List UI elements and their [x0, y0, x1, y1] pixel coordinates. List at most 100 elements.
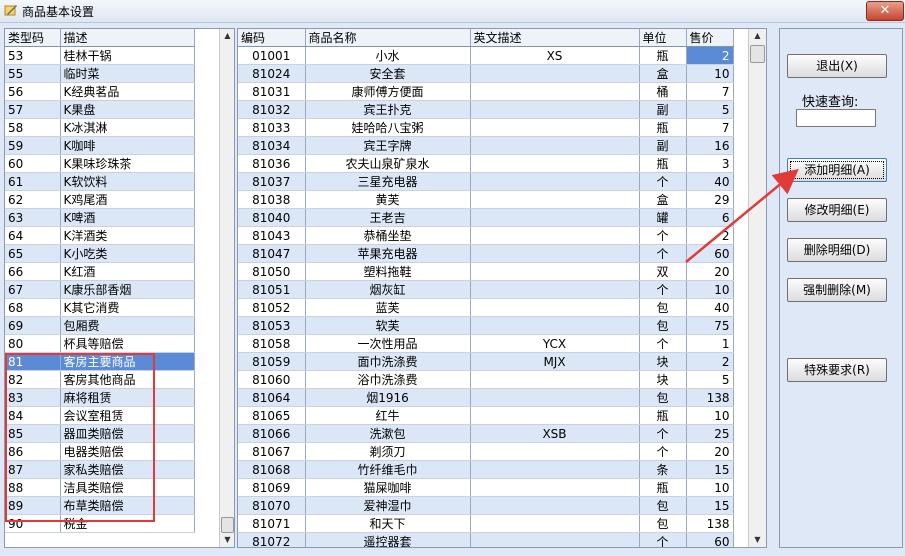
- price-cell[interactable]: 10: [686, 64, 734, 83]
- unit-cell[interactable]: 个: [639, 442, 687, 461]
- category-row[interactable]: 85 器皿类赔偿: [5, 424, 195, 443]
- name-cell[interactable]: 蓝芙: [305, 298, 471, 317]
- category-row[interactable]: 62 K鸡尾酒: [5, 190, 195, 209]
- type-code-cell[interactable]: 85: [5, 424, 61, 443]
- name-cell[interactable]: 烟1916: [305, 388, 471, 407]
- type-code-cell[interactable]: 59: [5, 136, 61, 155]
- product-row[interactable]: 81068 竹纤维毛巾 条 15: [238, 460, 734, 479]
- unit-cell[interactable]: 罐: [639, 208, 687, 227]
- description-cell[interactable]: 会议室租赁: [60, 406, 195, 425]
- code-cell[interactable]: 81034: [238, 136, 306, 155]
- description-cell[interactable]: K鸡尾酒: [60, 190, 195, 209]
- name-cell[interactable]: 和天下: [305, 514, 471, 533]
- english-cell[interactable]: [470, 514, 640, 533]
- unit-cell[interactable]: 个: [639, 334, 687, 353]
- name-cell[interactable]: 塑料拖鞋: [305, 262, 471, 281]
- description-cell[interactable]: 麻将租赁: [60, 388, 195, 407]
- unit-cell[interactable]: 包: [639, 298, 687, 317]
- column-header-price[interactable]: 售价: [686, 29, 734, 47]
- product-grid[interactable]: 编码 商品名称 英文描述 单位 售价 01001 小水 XS 瓶 2 81024 安全套盒 1…: [237, 28, 767, 548]
- english-cell[interactable]: [470, 406, 640, 425]
- code-cell[interactable]: 81032: [238, 100, 306, 119]
- name-cell[interactable]: 遥控器套: [305, 532, 471, 547]
- product-row[interactable]: 81059 面巾洗涤费 MJX 块 2: [238, 352, 734, 371]
- unit-cell[interactable]: 个: [639, 424, 687, 443]
- name-cell[interactable]: 面巾洗涤费: [305, 352, 471, 371]
- unit-cell[interactable]: 副: [639, 136, 687, 155]
- delete-detail-button[interactable]: 删除明细(D): [787, 238, 887, 262]
- price-cell[interactable]: 2: [686, 226, 734, 245]
- product-row[interactable]: 81060 浴巾洗涤费 块 5: [238, 370, 734, 389]
- name-cell[interactable]: 三星充电器: [305, 172, 471, 191]
- unit-cell[interactable]: 个: [639, 172, 687, 191]
- type-code-cell[interactable]: 68: [5, 298, 61, 317]
- category-row[interactable]: 81 客房主要商品: [5, 352, 195, 371]
- price-cell[interactable]: 2: [686, 352, 734, 371]
- code-cell[interactable]: 81059: [238, 352, 306, 371]
- price-cell[interactable]: 10: [686, 406, 734, 425]
- code-cell[interactable]: 81068: [238, 460, 306, 479]
- english-cell[interactable]: [470, 154, 640, 173]
- unit-cell[interactable]: 条: [639, 460, 687, 479]
- code-cell[interactable]: 81071: [238, 514, 306, 533]
- type-code-cell[interactable]: 63: [5, 208, 61, 227]
- product-row[interactable]: 81066 洗漱包 XSB 个 25: [238, 424, 734, 443]
- product-row[interactable]: 81064 烟1916 包 138: [238, 388, 734, 407]
- product-row[interactable]: 01001 小水 XS 瓶 2: [238, 46, 734, 65]
- name-cell[interactable]: 恭桶坐垫: [305, 226, 471, 245]
- category-row[interactable]: 87 家私类赔偿: [5, 460, 195, 479]
- code-cell[interactable]: 81043: [238, 226, 306, 245]
- code-cell[interactable]: 81040: [238, 208, 306, 227]
- unit-cell[interactable]: 瓶: [639, 154, 687, 173]
- code-cell[interactable]: 81072: [238, 532, 306, 547]
- description-cell[interactable]: K其它消费: [60, 298, 195, 317]
- price-cell[interactable]: 10: [686, 280, 734, 299]
- english-cell[interactable]: XS: [470, 46, 640, 65]
- type-code-cell[interactable]: 61: [5, 172, 61, 191]
- column-header-type-code[interactable]: 类型码: [5, 29, 61, 47]
- price-cell[interactable]: 20: [686, 262, 734, 281]
- english-cell[interactable]: MJX: [470, 352, 640, 371]
- category-row[interactable]: 59 K咖啡: [5, 136, 195, 155]
- type-code-cell[interactable]: 55: [5, 64, 61, 83]
- product-row[interactable]: 81053 软芙 包 75: [238, 316, 734, 335]
- unit-cell[interactable]: 个: [639, 244, 687, 263]
- product-row[interactable]: 81051 烟灰缸 个 10: [238, 280, 734, 299]
- code-cell[interactable]: 81060: [238, 370, 306, 389]
- price-cell[interactable]: 75: [686, 316, 734, 335]
- price-cell[interactable]: 7: [686, 118, 734, 137]
- force-delete-button[interactable]: 强制删除(M): [787, 278, 887, 302]
- category-row[interactable]: 80 杯具等赔偿: [5, 334, 195, 353]
- english-cell[interactable]: [470, 64, 640, 83]
- type-code-cell[interactable]: 89: [5, 496, 61, 515]
- english-cell[interactable]: [470, 262, 640, 281]
- type-code-cell[interactable]: 81: [5, 352, 61, 371]
- unit-cell[interactable]: 包: [639, 496, 687, 515]
- price-cell[interactable]: 7: [686, 82, 734, 101]
- english-cell[interactable]: [470, 370, 640, 389]
- name-cell[interactable]: 洗漱包: [305, 424, 471, 443]
- category-row[interactable]: 68 K其它消费: [5, 298, 195, 317]
- product-row[interactable]: 81052 蓝芙 包 40: [238, 298, 734, 317]
- category-row[interactable]: 90 税金: [5, 514, 195, 533]
- code-cell[interactable]: 81052: [238, 298, 306, 317]
- price-cell[interactable]: 138: [686, 388, 734, 407]
- category-row[interactable]: 66 K红酒: [5, 262, 195, 281]
- name-cell[interactable]: 浴巾洗涤费: [305, 370, 471, 389]
- scroll-up-icon[interactable]: ▲: [749, 29, 766, 43]
- category-row[interactable]: 67 K康乐部香烟: [5, 280, 195, 299]
- product-row[interactable]: 81024 安全套 盒 10: [238, 64, 734, 83]
- column-header-english[interactable]: 英文描述: [470, 29, 640, 47]
- price-cell[interactable]: 3: [686, 154, 734, 173]
- type-code-cell[interactable]: 80: [5, 334, 61, 353]
- name-cell[interactable]: 康师傅方便面: [305, 82, 471, 101]
- code-cell[interactable]: 01001: [238, 46, 306, 65]
- type-code-cell[interactable]: 87: [5, 460, 61, 479]
- description-cell[interactable]: 客房主要商品: [60, 352, 195, 371]
- english-cell[interactable]: [470, 442, 640, 461]
- type-code-cell[interactable]: 65: [5, 244, 61, 263]
- name-cell[interactable]: 安全套: [305, 64, 471, 83]
- price-cell[interactable]: 60: [686, 244, 734, 263]
- description-cell[interactable]: K洋酒类: [60, 226, 195, 245]
- scroll-down-icon[interactable]: ▼: [220, 533, 234, 547]
